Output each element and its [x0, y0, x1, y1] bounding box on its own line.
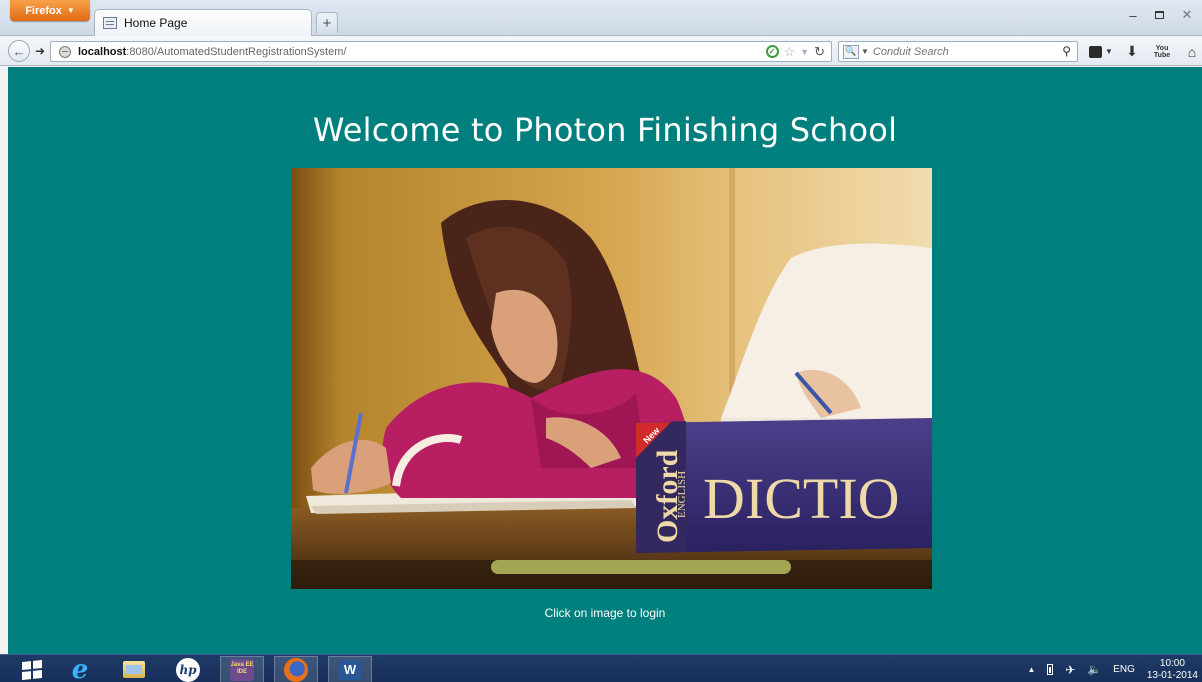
page-title: Welcome to Photon Finishing School — [312, 111, 898, 149]
bookmark-star-icon[interactable]: ☆ — [784, 44, 796, 60]
java-ee-ide-button[interactable]: Java EE IDE — [220, 656, 264, 682]
start-button[interactable] — [12, 656, 52, 682]
windows-logo-icon — [22, 659, 42, 680]
history-dropdown-icon[interactable]: ▼ — [800, 47, 809, 57]
youtube-icon-top: You — [1155, 44, 1169, 52]
arrow-right-icon: ➜ — [34, 44, 46, 58]
address-bar[interactable]: localhost :8080/AutomatedStudentRegistra… — [50, 41, 832, 62]
minimize-button[interactable]: – — [1122, 6, 1144, 24]
arrow-left-icon: ← — [12, 43, 26, 59]
hp-icon: hp — [176, 657, 200, 682]
system-tray: ▲ ✈ 🔈 ENG 10:00 13-01-2014 — [1027, 656, 1198, 682]
download-arrow-icon: ⬇ — [1126, 43, 1138, 59]
close-window-button[interactable]: ✕ — [1172, 6, 1202, 24]
word-icon: W — [339, 659, 361, 680]
clock-date: 13-01-2014 — [1146, 669, 1198, 681]
youtube-icon-bottom: Tube — [1153, 51, 1171, 59]
chevron-down-icon: ▼ — [1105, 47, 1113, 56]
minimize-icon: – — [1129, 7, 1137, 23]
battery-icon[interactable] — [1047, 664, 1054, 675]
login-hint-text: Click on image to login — [544, 606, 666, 620]
page-icon — [103, 17, 117, 29]
students-photo[interactable]: New Oxford ENGLISH DICTIO — [291, 168, 932, 589]
chevron-down-icon: ▼ — [66, 6, 75, 15]
globe-icon — [59, 45, 71, 58]
book-cover-text: DICTIO — [703, 466, 900, 531]
firefox-menu-button[interactable]: Firefox ▼ — [10, 0, 90, 21]
home-icon: ⌂ — [1187, 43, 1197, 60]
browser-titlebar: Firefox ▼ Home Page + – ✕ — [0, 0, 1202, 36]
youtube-button[interactable]: You Tube — [1154, 43, 1170, 60]
hp-app-button[interactable]: hp — [166, 656, 210, 682]
home-button[interactable]: ⌂ — [1184, 43, 1200, 60]
internet-explorer-icon: e — [71, 654, 89, 682]
search-icon[interactable]: ⚲ — [1062, 44, 1071, 58]
firefox-menu-label: Firefox — [25, 4, 62, 17]
close-icon: ✕ — [1181, 7, 1193, 22]
firefox-taskbar-button[interactable] — [274, 656, 318, 682]
login-image-link[interactable]: New Oxford ENGLISH DICTIO — [291, 168, 932, 589]
restore-icon — [1154, 11, 1164, 19]
url-host: localhost — [78, 45, 127, 58]
tab-home-page[interactable]: Home Page — [94, 9, 312, 36]
tab-title: Home Page — [124, 16, 188, 30]
volume-icon[interactable]: 🔈 — [1087, 663, 1101, 676]
airplane-mode-icon[interactable]: ✈ — [1065, 663, 1075, 677]
clock[interactable]: 10:00 13-01-2014 — [1147, 658, 1198, 682]
search-bar[interactable]: 🔍 ▼ ⚲ — [838, 41, 1078, 62]
download-button[interactable]: ⬇ — [1124, 43, 1140, 60]
search-input[interactable] — [872, 45, 1043, 58]
url-path: :8080/AutomatedStudentRegistrationSystem… — [126, 45, 347, 58]
clock-time: 10:00 — [1159, 657, 1185, 669]
book-spine-sub: ENGLISH — [676, 471, 688, 518]
word-taskbar-button[interactable]: W — [328, 656, 372, 682]
reload-icon[interactable]: ↻ — [814, 44, 825, 60]
search-engine-icon[interactable]: 🔍 — [843, 44, 859, 59]
chevron-down-icon[interactable]: ▼ — [861, 47, 869, 56]
internet-explorer-button[interactable]: e — [58, 656, 102, 682]
check-icon[interactable]: ✓ — [765, 45, 779, 58]
addon-menu-button[interactable]: ▼ — [1088, 43, 1114, 60]
page-content: Welcome to Photon Finishing School New O… — [8, 67, 1202, 654]
show-hidden-icons-icon[interactable]: ▲ — [1027, 665, 1035, 674]
address-bar-tools: ✓ ☆ ▼ ↻ — [765, 43, 825, 60]
language-indicator[interactable]: ENG — [1113, 664, 1135, 675]
firefox-icon — [284, 657, 308, 682]
back-button[interactable]: ← — [8, 40, 30, 62]
new-tab-button[interactable]: + — [316, 12, 338, 33]
restore-button[interactable] — [1148, 6, 1170, 24]
forward-button[interactable]: ➜ — [32, 42, 48, 60]
folder-icon — [123, 661, 145, 678]
addon-icon — [1089, 45, 1103, 58]
navigation-toolbar: ← ➜ localhost :8080/AutomatedStudentRegi… — [0, 36, 1202, 66]
file-explorer-button[interactable] — [112, 656, 156, 682]
java-ee-ide-icon: Java EE IDE — [230, 658, 254, 681]
windows-taskbar: e hp Java EE IDE W ▲ ✈ 🔈 ENG 10:00 13-01… — [0, 654, 1202, 682]
